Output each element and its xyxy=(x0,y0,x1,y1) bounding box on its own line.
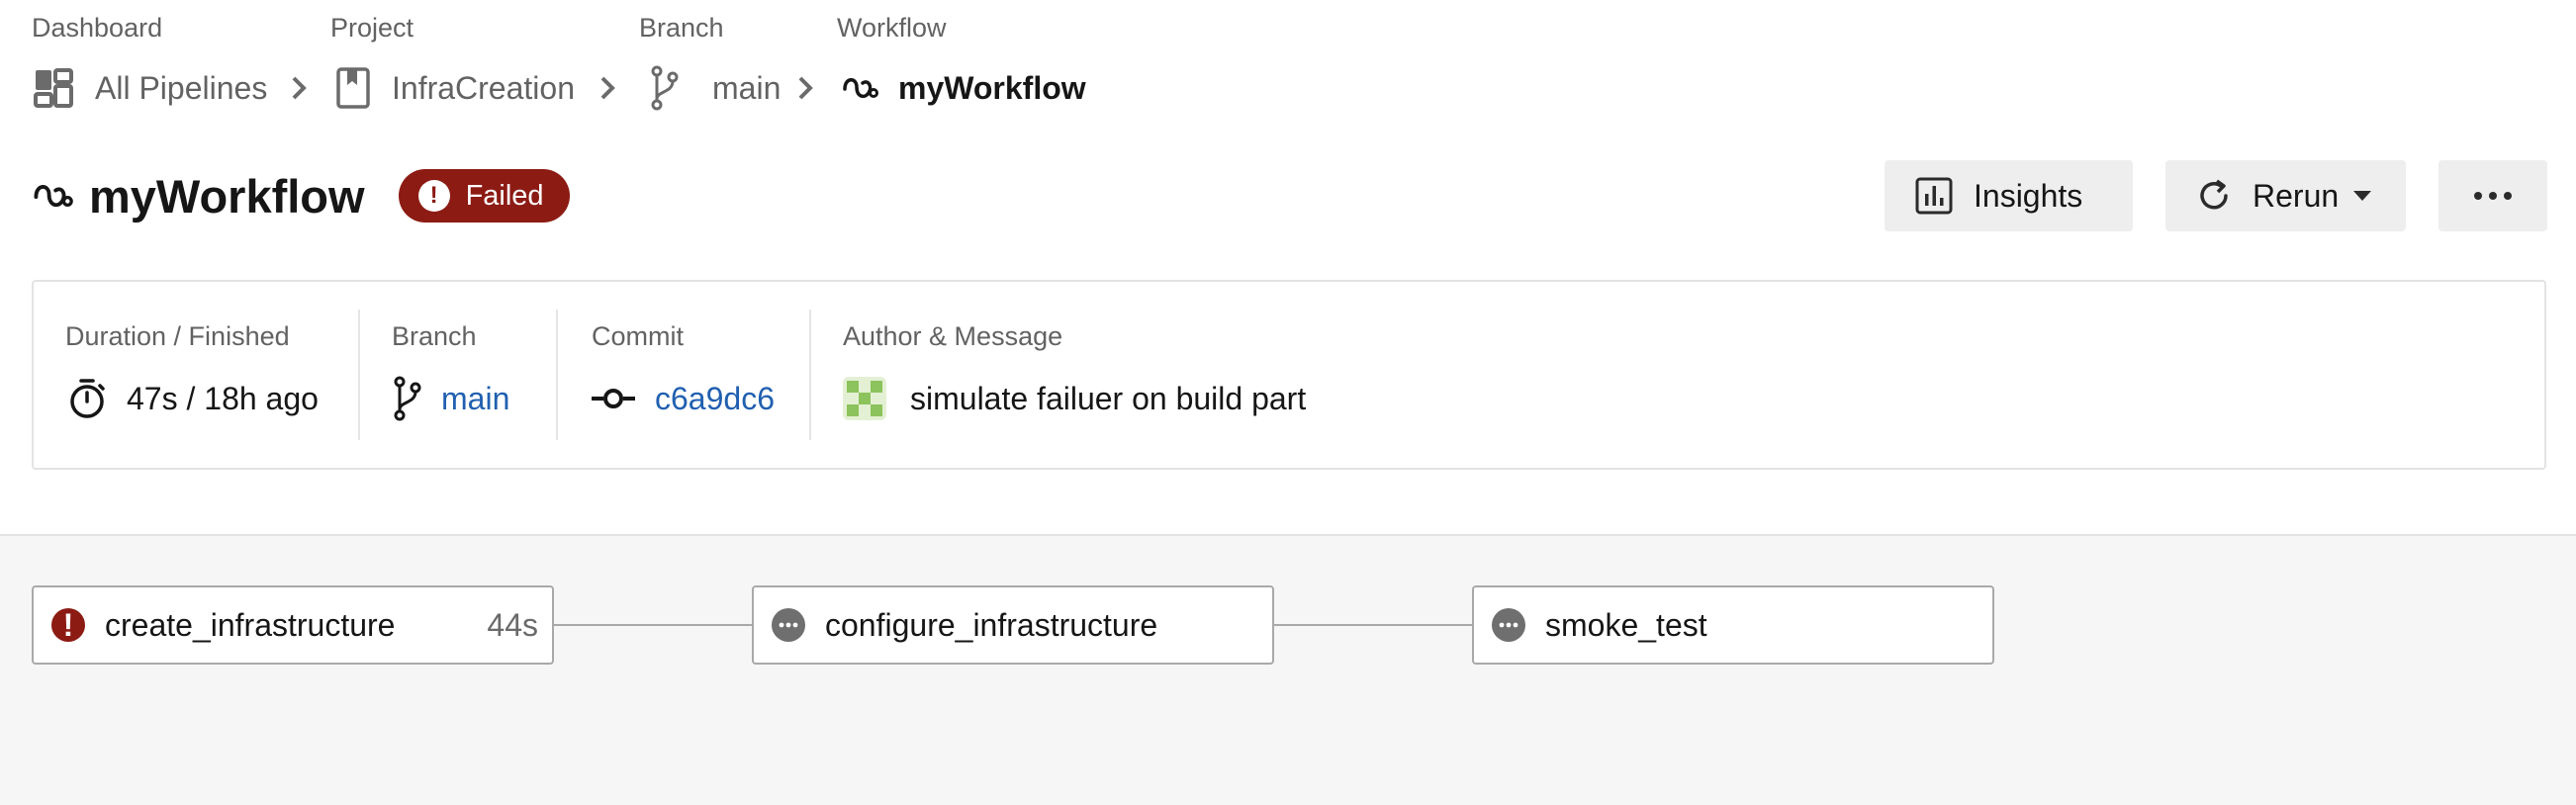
author-message-cell: Author & Message simulate failuer on bui… xyxy=(843,282,1733,468)
job-name: smoke_test xyxy=(1545,606,1707,643)
chevron-right-icon xyxy=(594,72,623,104)
branch-icon xyxy=(649,65,679,111)
chevron-right-icon xyxy=(791,72,821,104)
more-horizontal-icon xyxy=(1492,608,1525,642)
workflow-graph: ! create_infrastructure 44s configure_in… xyxy=(0,534,2576,805)
breadcrumb-workflow-current: myWorkflow xyxy=(841,63,1086,113)
breadcrumb-label: InfraCreation xyxy=(392,69,575,106)
breadcrumb-label: All Pipelines xyxy=(95,69,268,106)
more-horizontal-icon xyxy=(2473,191,2513,201)
error-icon: ! xyxy=(51,607,85,643)
commit-label: Commit xyxy=(592,321,684,351)
rerun-button[interactable]: Rerun xyxy=(2165,160,2406,231)
status-badge-label: Failed xyxy=(465,179,544,212)
job-card-create-infrastructure[interactable]: ! create_infrastructure 44s xyxy=(32,585,554,665)
branch-value-row: main xyxy=(392,376,509,421)
breadcrumb-project-link[interactable]: InfraCreation xyxy=(336,63,575,113)
breadcrumb-dashboard-link[interactable]: All Pipelines xyxy=(34,63,267,113)
project-icon xyxy=(336,67,370,109)
job-card-smoke-test[interactable]: smoke_test xyxy=(1472,585,1994,665)
breadcrumb-branch-link[interactable]: main xyxy=(649,63,781,113)
status-badge: ! Failed xyxy=(398,169,570,223)
branch-label: Branch xyxy=(392,321,477,351)
branch-link[interactable]: main xyxy=(441,381,509,417)
breadcrumb-label: myWorkflow xyxy=(898,69,1086,106)
workflow-icon xyxy=(32,179,75,213)
commit-cell: Commit c6a9dc6 xyxy=(592,282,839,468)
job-name: create_infrastructure xyxy=(105,606,396,643)
workflow-icon xyxy=(841,73,880,103)
breadcrumb-label: main xyxy=(712,69,782,106)
refresh-icon xyxy=(2195,177,2233,215)
page-title: myWorkflow xyxy=(89,169,365,223)
commit-message: simulate failuer on build part xyxy=(910,380,1307,416)
breadcrumb-caption-project: Project xyxy=(330,10,414,45)
branch-icon xyxy=(392,376,421,421)
chevron-right-icon xyxy=(285,72,315,104)
breadcrumb-caption-dashboard: Dashboard xyxy=(32,10,162,45)
rerun-button-label: Rerun xyxy=(2253,177,2340,214)
commit-link[interactable]: c6a9dc6 xyxy=(655,381,775,417)
breadcrumb-caption: Workflow xyxy=(837,13,947,43)
commit-value-row: c6a9dc6 xyxy=(592,377,775,420)
breadcrumb-caption: Branch xyxy=(639,13,724,43)
duration-label: Duration / Finished xyxy=(65,321,290,351)
breadcrumb-caption: Project xyxy=(330,13,414,43)
breadcrumb-caption: Dashboard xyxy=(32,13,163,43)
page-header: myWorkflow ! Failed xyxy=(32,166,570,225)
more-horizontal-icon xyxy=(772,608,805,642)
job-name: configure_infrastructure xyxy=(825,606,1158,643)
job-connector xyxy=(1274,624,1472,626)
caret-down-icon xyxy=(2352,190,2372,202)
pipeline-summary-card: Duration / Finished 47s / 18h ago Branch xyxy=(32,280,2546,470)
duration-value-row: 47s / 18h ago xyxy=(65,377,319,420)
stopwatch-icon xyxy=(65,377,109,420)
author-message-row: simulate failuer on build part xyxy=(843,377,1306,420)
branch-cell: Branch main xyxy=(392,282,590,468)
breadcrumb-caption-branch: Branch xyxy=(639,10,724,45)
job-duration: 44s xyxy=(487,606,538,643)
commit-icon xyxy=(592,387,635,410)
author-message-label: Author & Message xyxy=(843,321,1063,351)
insights-button-label: Insights xyxy=(1974,177,2083,214)
avatar xyxy=(843,377,886,420)
job-card-configure-infrastructure[interactable]: configure_infrastructure xyxy=(752,585,1274,665)
bar-chart-icon xyxy=(1914,176,1954,216)
error-icon: ! xyxy=(417,180,450,212)
duration-cell: Duration / Finished 47s / 18h ago xyxy=(65,282,362,468)
breadcrumb-caption-workflow: Workflow xyxy=(837,10,947,45)
job-connector xyxy=(554,624,752,626)
dashboard-icon xyxy=(34,68,73,108)
more-options-button[interactable] xyxy=(2438,160,2547,231)
insights-button[interactable]: Insights xyxy=(1885,160,2133,231)
duration-value: 47s / 18h ago xyxy=(127,380,319,416)
